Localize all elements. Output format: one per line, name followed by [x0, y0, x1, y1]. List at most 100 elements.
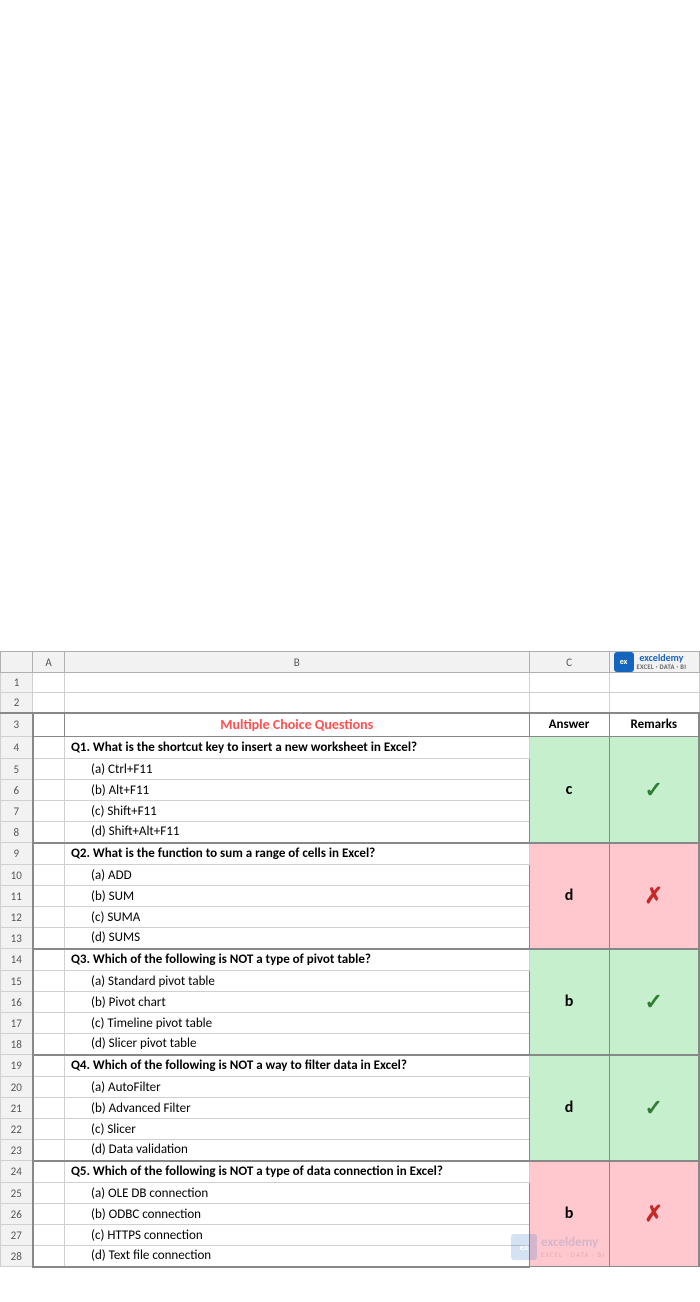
rownum-3: 3	[1, 713, 33, 737]
cell-a19	[33, 1055, 65, 1077]
row-2: 2	[1, 693, 700, 713]
cell-b17: (c) Timeline pivot table	[65, 1013, 530, 1034]
row-9: 9 Q2. What is the function to sum a rang…	[1, 843, 700, 865]
rownum-21: 21	[1, 1098, 33, 1119]
cell-b7: (c) Shift+F11	[65, 801, 530, 822]
cell-c2	[529, 693, 609, 713]
rownum-7: 7	[1, 801, 33, 822]
logo-text: exceldemy EXCEL · DATA · BI	[637, 652, 687, 672]
cell-a12	[33, 907, 65, 928]
row-14: 14 Q3. Which of the following is NOT a t…	[1, 949, 700, 971]
cell-a17	[33, 1013, 65, 1034]
cell-a18	[33, 1034, 65, 1055]
cell-a8	[33, 822, 65, 843]
row-4: 4 Q1. What is the shortcut key to insert…	[1, 737, 700, 759]
cell-b6: (b) Alt+F11	[65, 780, 530, 801]
rownum-4: 4	[1, 737, 33, 759]
rownum-27: 27	[1, 1225, 33, 1246]
rownum-15: 15	[1, 971, 33, 992]
cell-a9	[33, 843, 65, 865]
cell-a4	[33, 737, 65, 759]
cell-a6	[33, 780, 65, 801]
cell-a24	[33, 1161, 65, 1183]
cell-c19-q4-answer: d	[529, 1055, 609, 1161]
cell-b12: (c) SUMA	[65, 907, 530, 928]
cell-a11	[33, 886, 65, 907]
cell-c1	[529, 673, 609, 693]
cell-b18: (d) Slicer pivot table	[65, 1034, 530, 1055]
cell-d3: Remarks	[609, 713, 699, 737]
rownum-13: 13	[1, 928, 33, 949]
rownum-19: 19	[1, 1055, 33, 1077]
rownum-10: 10	[1, 865, 33, 886]
cell-b21: (b) Advanced Filter	[65, 1098, 530, 1119]
corner-header	[1, 652, 33, 673]
rownum-5: 5	[1, 759, 33, 780]
cell-b20: (a) AutoFilter	[65, 1077, 530, 1098]
cell-a16	[33, 992, 65, 1013]
rownum-11: 11	[1, 886, 33, 907]
rownum-1: 1	[1, 673, 33, 693]
cell-a27	[33, 1225, 65, 1246]
cell-a21	[33, 1098, 65, 1119]
cell-b14-q3: Q3. Which of the following is NOT a type…	[65, 949, 530, 971]
cell-b25: (a) OLE DB connection	[65, 1183, 530, 1204]
cell-a26	[33, 1204, 65, 1225]
cell-b5: (a) Ctrl+F11	[65, 759, 530, 780]
rownum-12: 12	[1, 907, 33, 928]
cell-b27: (c) HTTPS connection	[65, 1225, 530, 1246]
logo-icon: ex	[614, 652, 634, 672]
col-a-header: A	[33, 652, 65, 673]
cell-d19-q4-remark: ✓	[609, 1055, 699, 1161]
cell-b15: (a) Standard pivot table	[65, 971, 530, 992]
rownum-23: 23	[1, 1140, 33, 1161]
row-19: 19 Q4. Which of the following is NOT a w…	[1, 1055, 700, 1077]
rownum-20: 20	[1, 1077, 33, 1098]
cell-b8: (d) Shift+Alt+F11	[65, 822, 530, 843]
cell-b2	[65, 693, 530, 713]
cell-b16: (b) Pivot chart	[65, 992, 530, 1013]
rownum-28: 28	[1, 1246, 33, 1267]
cell-a13	[33, 928, 65, 949]
cell-b22: (c) Slicer	[65, 1119, 530, 1140]
rownum-8: 8	[1, 822, 33, 843]
col-header-row: A B C ex exceldemy EXCEL · DATA · BI	[1, 652, 700, 673]
rownum-18: 18	[1, 1034, 33, 1055]
rownum-22: 22	[1, 1119, 33, 1140]
cell-b4-q1: Q1. What is the shortcut key to insert a…	[65, 737, 530, 759]
cell-a5	[33, 759, 65, 780]
cell-b1	[65, 673, 530, 693]
cell-b9-q2: Q2. What is the function to sum a range …	[65, 843, 530, 865]
cell-c9-q2-answer: d	[529, 843, 609, 949]
row-24: 24 Q5. Which of the following is NOT a t…	[1, 1161, 700, 1183]
cell-a28	[33, 1246, 65, 1267]
mcq-title: Multiple Choice Questions	[220, 716, 373, 733]
rownum-14: 14	[1, 949, 33, 971]
cell-c3: Answer	[529, 713, 609, 737]
cell-d4-q1-remark: ✓	[609, 737, 699, 843]
cell-d9-q2-remark: ✗	[609, 843, 699, 949]
cell-c14-q3-answer: b	[529, 949, 609, 1055]
cell-b3: Multiple Choice Questions	[65, 713, 530, 737]
cell-d1	[609, 673, 699, 693]
cell-a20	[33, 1077, 65, 1098]
rownum-2: 2	[1, 693, 33, 713]
cell-a7	[33, 801, 65, 822]
spreadsheet-grid: A B C ex exceldemy EXCEL · DATA · BI 1	[0, 651, 700, 1268]
rownum-25: 25	[1, 1183, 33, 1204]
cell-a14	[33, 949, 65, 971]
rownum-26: 26	[1, 1204, 33, 1225]
col-b-header: B	[65, 652, 530, 673]
cell-a23	[33, 1140, 65, 1161]
rownum-9: 9	[1, 843, 33, 865]
cell-b26: (b) ODBC connection	[65, 1204, 530, 1225]
rownum-6: 6	[1, 780, 33, 801]
cell-a3	[33, 713, 65, 737]
col-c-header: C	[529, 652, 609, 673]
cell-c4-q1-answer: c	[529, 737, 609, 843]
cell-a1	[33, 673, 65, 693]
cell-b19-q4: Q4. Which of the following is NOT a way …	[65, 1055, 530, 1077]
cell-b24-q5: Q5. Which of the following is NOT a type…	[65, 1161, 530, 1183]
cell-a15	[33, 971, 65, 992]
cell-a10	[33, 865, 65, 886]
